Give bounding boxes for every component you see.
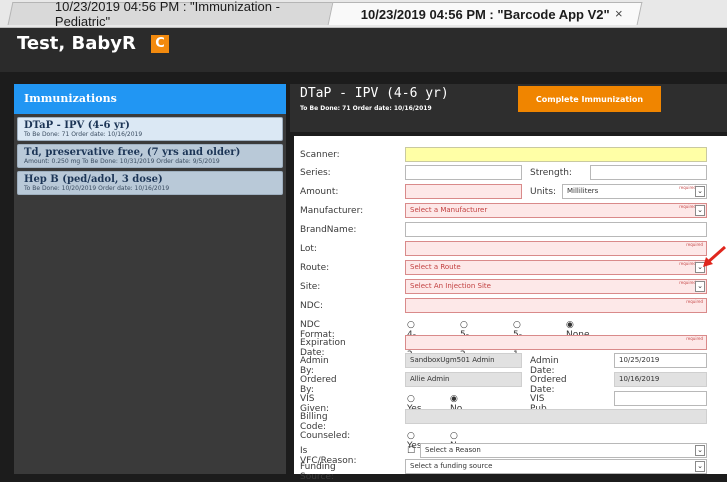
lot-input[interactable]: required xyxy=(405,241,707,256)
chevron-down-icon[interactable]: ⌄ xyxy=(695,281,705,292)
counseled-label: Counseled: xyxy=(300,431,351,441)
sidebar-item-sub: Amount: 0.250 mg To Be Done: 10/31/2019 … xyxy=(24,158,220,165)
route-select[interactable]: Select a Route required ⌄ xyxy=(405,260,707,275)
patient-name: Test, BabyR xyxy=(17,33,136,54)
site-label: Site: xyxy=(300,282,321,292)
series-input[interactable] xyxy=(405,165,522,180)
sidebar-item-sub: To Be Done: 71 Order date: 10/16/2019 xyxy=(24,131,143,138)
chevron-down-icon[interactable]: ⌄ xyxy=(695,445,705,456)
scanner-input[interactable] xyxy=(405,147,707,162)
sidebar-item-sub: To Be Done: 10/20/2019 Order date: 10/16… xyxy=(24,185,170,192)
strength-input[interactable] xyxy=(590,165,707,180)
required-tag: required xyxy=(679,261,696,266)
refresh-icon[interactable]: C xyxy=(151,35,169,53)
amount-label: Amount: xyxy=(300,187,339,197)
strength-label: Strength: xyxy=(530,168,572,178)
sidebar-item-title: Td, preservative free, (7 yrs and older) xyxy=(24,147,241,158)
units-select[interactable]: Milliliters required ⌄ xyxy=(562,184,707,199)
series-label: Series: xyxy=(300,168,331,178)
immunization-form: Scanner: Series: Strength: Amount: Units… xyxy=(294,136,727,482)
vaccine-subtitle: To Be Done: 71 Order date: 10/16/2019 xyxy=(300,105,432,112)
brandname-label: BrandName: xyxy=(300,225,357,235)
close-tab-icon[interactable]: × xyxy=(595,6,623,21)
funding-source-select[interactable]: Select a funding source ⌄ xyxy=(405,459,707,474)
vaccine-title: DTaP - IPV (4-6 yr) xyxy=(300,86,449,101)
required-tag: required xyxy=(686,336,703,341)
manufacturer-label: Manufacturer: xyxy=(300,206,364,216)
required-tag: required xyxy=(686,299,703,304)
immunization-header: DTaP - IPV (4-6 yr) To Be Done: 71 Order… xyxy=(290,84,727,132)
sidebar-item-title: Hep B (ped/adol, 3 dose) xyxy=(24,174,163,185)
required-tag: required xyxy=(679,185,696,190)
sidebar-item-title: DTaP - IPV (4-6 yr) xyxy=(24,120,130,131)
sidebar-item-hepb[interactable]: Hep B (ped/adol, 3 dose) To Be Done: 10/… xyxy=(17,171,283,195)
ndc-label: NDC: xyxy=(300,301,323,311)
annotation-arrow-icon xyxy=(703,245,726,267)
units-label: Units: xyxy=(530,187,557,197)
funding-source-label: Funding Source: xyxy=(300,462,336,482)
chevron-down-icon[interactable]: ⌄ xyxy=(695,186,705,197)
complete-immunization-button[interactable]: Complete Immunization xyxy=(518,86,661,112)
vfc-reason-select[interactable]: Select a Reason ⌄ xyxy=(420,443,707,458)
admin-date-label: Admin Date: xyxy=(530,356,559,376)
vis-given-label: VIS Given: xyxy=(300,394,330,414)
brandname-input[interactable] xyxy=(405,222,707,237)
admin-by-field: SandboxUgm501 Admin xyxy=(405,353,522,368)
admin-by-label: Admin By: xyxy=(300,356,329,376)
scanner-label: Scanner: xyxy=(300,150,340,160)
ordered-date-field: 10/16/2019 xyxy=(614,372,707,387)
lot-label: Lot: xyxy=(300,244,317,254)
sidebar-header: Immunizations xyxy=(14,84,286,114)
site-select[interactable]: Select An Injection Site required ⌄ xyxy=(405,279,707,294)
ndc-format-label: NDC Format: xyxy=(300,320,335,340)
immunizations-sidebar: Immunizations DTaP - IPV (4-6 yr) To Be … xyxy=(14,84,286,474)
vfc-checkbox[interactable]: ☐ xyxy=(407,446,415,456)
admin-date-input[interactable]: 10/25/2019 xyxy=(614,353,707,368)
vis-pub-date-input[interactable] xyxy=(614,391,707,406)
manufacturer-select[interactable]: Select a Manufacturer required ⌄ xyxy=(405,203,707,218)
required-tag: required xyxy=(679,280,696,285)
patient-header: Test, BabyR C xyxy=(0,28,727,72)
route-label: Route: xyxy=(300,263,330,273)
expiration-label: Expiration Date: xyxy=(300,338,346,358)
ordered-by-field: Allie Admin xyxy=(405,372,522,387)
chevron-down-icon[interactable]: ⌄ xyxy=(695,205,705,216)
sidebar-item-td[interactable]: Td, preservative free, (7 yrs and older)… xyxy=(17,144,283,168)
tab-immunization-pediatric[interactable]: 10/23/2019 04:56 PM : "Immunization - Pe… xyxy=(7,0,343,29)
ordered-date-label: Ordered Date: xyxy=(530,375,567,395)
ndc-input[interactable]: required xyxy=(405,298,707,313)
tab-barcode-app[interactable]: 10/23/2019 04:56 PM : "Barcode App V2" × xyxy=(327,2,643,25)
expiration-date-input[interactable]: required xyxy=(405,335,707,350)
ordered-by-label: Ordered By: xyxy=(300,375,337,395)
billing-code-field xyxy=(405,409,707,424)
sidebar-item-dtap-ipv[interactable]: DTaP - IPV (4-6 yr) To Be Done: 71 Order… xyxy=(17,117,283,141)
tab-strip: 10/23/2019 04:56 PM : "Immunization - Pe… xyxy=(0,0,727,29)
billing-code-label: Billing Code: xyxy=(300,412,328,432)
chevron-down-icon[interactable]: ⌄ xyxy=(695,461,705,472)
amount-input[interactable] xyxy=(405,184,522,199)
required-tag: required xyxy=(679,204,696,209)
